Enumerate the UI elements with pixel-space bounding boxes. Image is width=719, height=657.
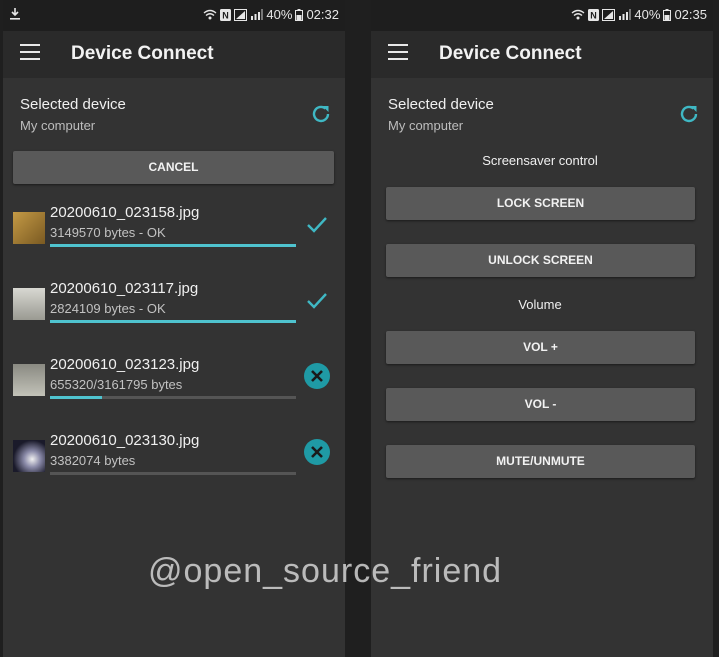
clock: 02:32 — [306, 7, 339, 22]
signal-icon — [619, 9, 632, 20]
progress-bar — [50, 244, 296, 247]
svg-text:N: N — [591, 10, 598, 20]
cancel-circle-icon[interactable] — [303, 438, 331, 466]
wifi-icon — [203, 9, 217, 20]
app-title: Device Connect — [71, 43, 214, 64]
file-name: 20200610_023130.jpg — [50, 432, 200, 449]
wifi-icon — [571, 9, 585, 20]
file-name: 20200610_023117.jpg — [50, 280, 199, 297]
app-bar: Device Connect — [3, 31, 345, 78]
battery-icon — [663, 8, 672, 21]
file-row: 20200610_023117.jpg 2824109 bytes - OK — [3, 278, 345, 348]
refresh-icon[interactable] — [309, 102, 333, 126]
status-bar: N 40% 02:32 — [3, 0, 345, 31]
file-row: 20200610_023158.jpg 3149570 bytes - OK — [3, 202, 345, 272]
unlock-screen-button[interactable]: UNLOCK SCREEN — [386, 244, 695, 277]
watermark-text: @open_source_friend — [148, 552, 503, 590]
mute-unmute-button[interactable]: MUTE/UNMUTE — [386, 445, 695, 478]
check-icon — [307, 293, 327, 309]
file-thumbnail — [13, 440, 45, 472]
selected-device-label: Selected device — [388, 96, 494, 113]
device-name: My computer — [20, 118, 96, 133]
battery-percent: 40% — [266, 7, 293, 22]
file-thumbnail — [13, 364, 45, 396]
cancel-circle-icon[interactable] — [303, 362, 331, 390]
file-size: 655320/3161795 bytes — [50, 377, 183, 392]
file-size: 3382074 bytes — [50, 453, 136, 468]
progress-bar — [50, 320, 296, 323]
menu-icon[interactable] — [388, 44, 408, 60]
selected-device-label: Selected device — [20, 96, 126, 113]
vol-up-button[interactable]: VOL + — [386, 331, 695, 364]
data-icon: N — [588, 8, 600, 21]
file-row: 20200610_023130.jpg 3382074 bytes — [3, 430, 345, 500]
battery-icon — [295, 8, 304, 21]
check-icon — [307, 217, 327, 233]
battery-percent: 40% — [634, 7, 661, 22]
status-bar: N 40% 02:35 — [371, 0, 713, 31]
download-icon — [10, 8, 20, 20]
progress-bar — [50, 396, 296, 399]
device-section: Selected device My computer — [3, 78, 345, 148]
progress-fill — [50, 244, 296, 247]
vol-down-button[interactable]: VOL - — [386, 388, 695, 421]
file-row: 20200610_023123.jpg 655320/3161795 bytes — [3, 354, 345, 424]
lock-screen-button[interactable]: LOCK SCREEN — [386, 187, 695, 220]
app-title: Device Connect — [439, 43, 582, 64]
data-icon: N — [220, 8, 232, 21]
cancel-button[interactable]: CANCEL — [13, 151, 334, 184]
progress-fill — [50, 396, 102, 399]
app-bar: Device Connect — [371, 31, 713, 78]
svg-text:N: N — [223, 10, 230, 20]
volume-label: Volume — [518, 297, 562, 312]
file-thumbnail — [13, 288, 45, 320]
refresh-icon[interactable] — [677, 102, 701, 126]
device-section: Selected device My computer — [371, 78, 713, 148]
signal-box-icon — [234, 8, 248, 21]
file-size: 2824109 bytes - OK — [50, 301, 166, 316]
signal-icon — [251, 9, 264, 20]
clock: 02:35 — [674, 7, 707, 22]
signal-box-icon — [602, 8, 616, 21]
screensaver-label: Screensaver control — [482, 153, 598, 168]
progress-bar — [50, 472, 296, 475]
device-name: My computer — [388, 118, 464, 133]
menu-icon[interactable] — [20, 44, 40, 60]
file-thumbnail — [13, 212, 45, 244]
progress-fill — [50, 320, 296, 323]
file-size: 3149570 bytes - OK — [50, 225, 166, 240]
file-name: 20200610_023158.jpg — [50, 204, 200, 221]
file-name: 20200610_023123.jpg — [50, 356, 200, 373]
